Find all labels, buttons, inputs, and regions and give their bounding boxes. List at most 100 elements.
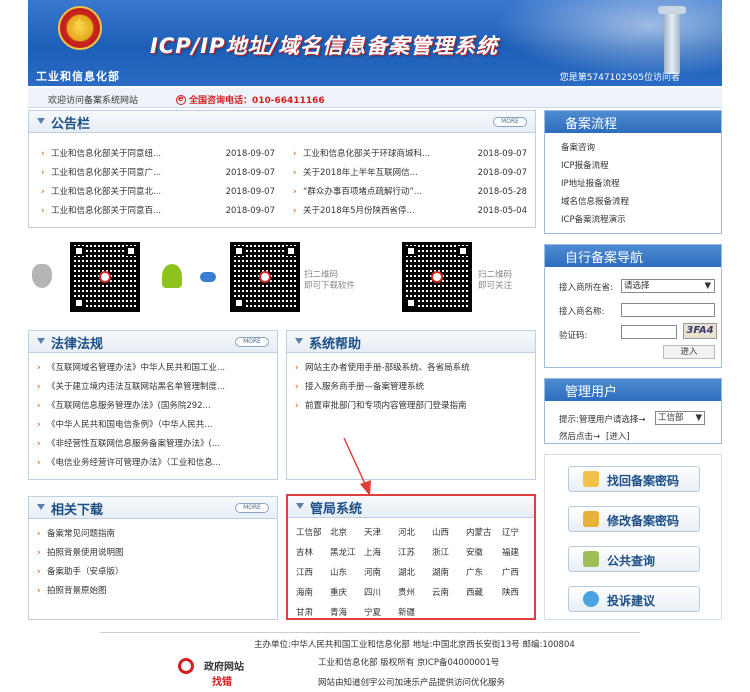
region-link[interactable]: 河南 (364, 566, 381, 578)
manage-after: 然后点击→ (559, 432, 601, 442)
help-header: 系统帮助 (287, 331, 535, 353)
captcha-image[interactable]: 3FA4 (683, 323, 717, 339)
welcome-text: 欢迎访问备案系统网站 (48, 96, 139, 106)
footer-line-1: 主办单位:中华人民共和国工业和信息化部 地址:中国北京西长安街13号 邮编:10… (254, 640, 575, 650)
captcha-label: 验证码: (559, 331, 588, 341)
provider-name-input[interactable] (621, 303, 715, 317)
help-item[interactable]: 接入服务商手册—备案管理系统 (293, 378, 531, 397)
help-item[interactable]: 前置审批部门和专项内容管理部门登录指南 (293, 397, 531, 416)
flow-panel: 备案流程 备案咨询 ICP报备流程 IP地址报备流程 域名信息报备流程 ICP备… (544, 110, 722, 234)
region-link[interactable]: 天津 (364, 526, 381, 538)
help-item[interactable]: 网站主办者使用手册-部级系统、各省局系统 (293, 359, 531, 378)
site-title: ICP/IP地址/域名信息备案管理系统 (150, 34, 499, 58)
help-panel: 系统帮助 网站主办者使用手册-部级系统、各省局系统 接入服务商手册—备案管理系统… (286, 330, 536, 480)
region-link[interactable]: 江西 (296, 566, 313, 578)
manage-title: 管理用户 (565, 385, 618, 400)
law-item[interactable]: 《非经营性互联网信息服务备案管理办法》(... (35, 435, 273, 454)
complaint-button[interactable]: 投诉建议 (568, 586, 700, 612)
download-panel: 相关下载 MORE 备案常见问题指南 拍照背景使用说明图 备案助手（安卓版） 拍… (28, 496, 278, 620)
region-link[interactable]: 湖南 (432, 566, 449, 578)
download-item[interactable]: 备案常见问题指南 (35, 525, 273, 544)
ie-icon (176, 94, 186, 105)
gov-site-error-badge[interactable]: 政府网站 找错 (176, 656, 256, 688)
manage-select[interactable]: 工信部 ▼ (655, 411, 705, 425)
law-title: 法律法规 (51, 337, 104, 352)
qr-follow-caption-2: 即可关注 (478, 281, 513, 291)
notice-panel: 公告栏 MORE 工业和信息化部关于同意纽...2018-09-07 工业和信息… (28, 110, 536, 228)
notice-more-button[interactable]: MORE (493, 117, 527, 127)
notice-item[interactable]: 工业和信息化部关于环球商城科...2018-09-07 (291, 145, 531, 164)
ministry-name: 工业和信息化部 (36, 70, 120, 83)
region-link[interactable]: 辽宁 (502, 526, 519, 538)
bureau-panel: 管局系统 工信部 北京 天津 河北 山西 内蒙古 辽宁 吉林 黑龙江 上海 江苏 浙江 安徽 福建 江西 山东… (286, 494, 536, 620)
notice-item[interactable]: “群众办事百项堵点疏解行动”...2018-05-28 (291, 183, 531, 202)
law-item[interactable]: 《关于建立境内违法互联网站黑名单管理制度... (35, 378, 273, 397)
region-link[interactable]: 四川 (364, 586, 381, 598)
region-link[interactable]: 海南 (296, 586, 313, 598)
public-query-button[interactable]: 公共查询 (568, 546, 700, 572)
notice-item[interactable]: 工业和信息化部关于同意广...2018-09-07 (39, 164, 279, 183)
provider-name-label: 接入商名称: (559, 307, 605, 317)
region-link[interactable]: 宁夏 (364, 606, 381, 618)
region-link[interactable]: 青海 (330, 606, 347, 618)
region-link[interactable]: 山西 (432, 526, 449, 538)
region-link[interactable]: 重庆 (330, 586, 347, 598)
province-select[interactable]: 请选择 ▼ (621, 279, 715, 293)
notice-item[interactable]: 关于2018年5月份陕西省停...2018-05-04 (291, 202, 531, 221)
captcha-input[interactable] (621, 325, 677, 339)
download-item[interactable]: 备案助手（安卓版） (35, 563, 273, 582)
change-password-button[interactable]: 修改备案密码 (568, 506, 700, 532)
download-more-button[interactable]: MORE (235, 503, 269, 513)
law-item[interactable]: 《互联网信息服务管理办法》(国务院292... (35, 397, 273, 416)
law-item[interactable]: 《中华人民共和国电信条例》（中华人民共... (35, 416, 273, 435)
manage-enter-link[interactable]: [进入] (606, 430, 630, 442)
notice-item[interactable]: 工业和信息化部关于同意北...2018-09-07 (39, 183, 279, 202)
manage-prompt: 提示:管理用户请选择→ (559, 415, 646, 425)
notice-item[interactable]: 工业和信息化部关于同意百...2018-09-07 (39, 202, 279, 221)
region-link[interactable]: 云南 (432, 586, 449, 598)
region-link[interactable]: 浙江 (432, 546, 449, 558)
province-label: 接入商所在省: (559, 283, 613, 293)
flow-item[interactable]: IP地址报备流程 (561, 175, 721, 193)
help-title: 系统帮助 (309, 337, 362, 352)
download-item[interactable]: 拍照背景使用说明图 (35, 544, 273, 563)
flow-item[interactable]: 域名信息报备流程 (561, 193, 721, 211)
law-more-button[interactable]: MORE (235, 337, 269, 347)
region-link[interactable]: 贵州 (398, 586, 415, 598)
notice-item[interactable]: 关于2018年上半年互联网信...2018-09-07 (291, 164, 531, 183)
region-link[interactable]: 黑龙江 (330, 546, 356, 558)
region-link[interactable]: 工信部 (296, 526, 322, 538)
region-link[interactable]: 广西 (502, 566, 519, 578)
region-link[interactable]: 新疆 (398, 606, 415, 618)
region-link[interactable]: 江苏 (398, 546, 415, 558)
region-link[interactable]: 河北 (398, 526, 415, 538)
region-link[interactable]: 北京 (330, 526, 347, 538)
hotline: 全国咨询电话：010-66411166 (176, 93, 325, 106)
region-link[interactable]: 陕西 (502, 586, 519, 598)
region-link[interactable]: 内蒙古 (466, 526, 492, 538)
law-list: 《互联网域名管理办法》中华人民共和国工业... 《关于建立境内违法互联网站黑名单… (35, 359, 273, 473)
region-link[interactable]: 广东 (466, 566, 483, 578)
enter-button[interactable]: 进入 (663, 345, 715, 359)
region-link[interactable]: 安徽 (466, 546, 483, 558)
footer-line-2: 工业和信息化部 版权所有 京ICP备04000001号 (318, 658, 500, 668)
dropdown-arrow-icon: ▼ (695, 413, 702, 423)
region-link[interactable]: 上海 (364, 546, 381, 558)
recover-password-button[interactable]: 找回备案密码 (568, 466, 700, 492)
region-link[interactable]: 湖北 (398, 566, 415, 578)
region-link[interactable]: 山东 (330, 566, 347, 578)
region-link[interactable]: 西藏 (466, 586, 483, 598)
android-qr-code (230, 242, 300, 312)
law-item[interactable]: 《互联网域名管理办法》中华人民共和国工业... (35, 359, 273, 378)
flow-item[interactable]: 备案咨询 (561, 139, 721, 157)
flow-item[interactable]: ICP备案流程演示 (561, 211, 721, 229)
flow-item[interactable]: ICP报备流程 (561, 157, 721, 175)
national-emblem-icon: ★ (58, 6, 102, 50)
region-link[interactable]: 甘肃 (296, 606, 313, 618)
manage-user-panel: 管理用户 提示:管理用户请选择→ 工信部 ▼ 然后点击→ [进入] (544, 378, 722, 444)
law-item[interactable]: 《电信业务经营许可管理办法》（工业和信息... (35, 454, 273, 473)
region-link[interactable]: 吉林 (296, 546, 313, 558)
region-link[interactable]: 福建 (502, 546, 519, 558)
notice-item[interactable]: 工业和信息化部关于同意纽...2018-09-07 (39, 145, 279, 164)
download-item[interactable]: 拍照背景原始图 (35, 582, 273, 601)
